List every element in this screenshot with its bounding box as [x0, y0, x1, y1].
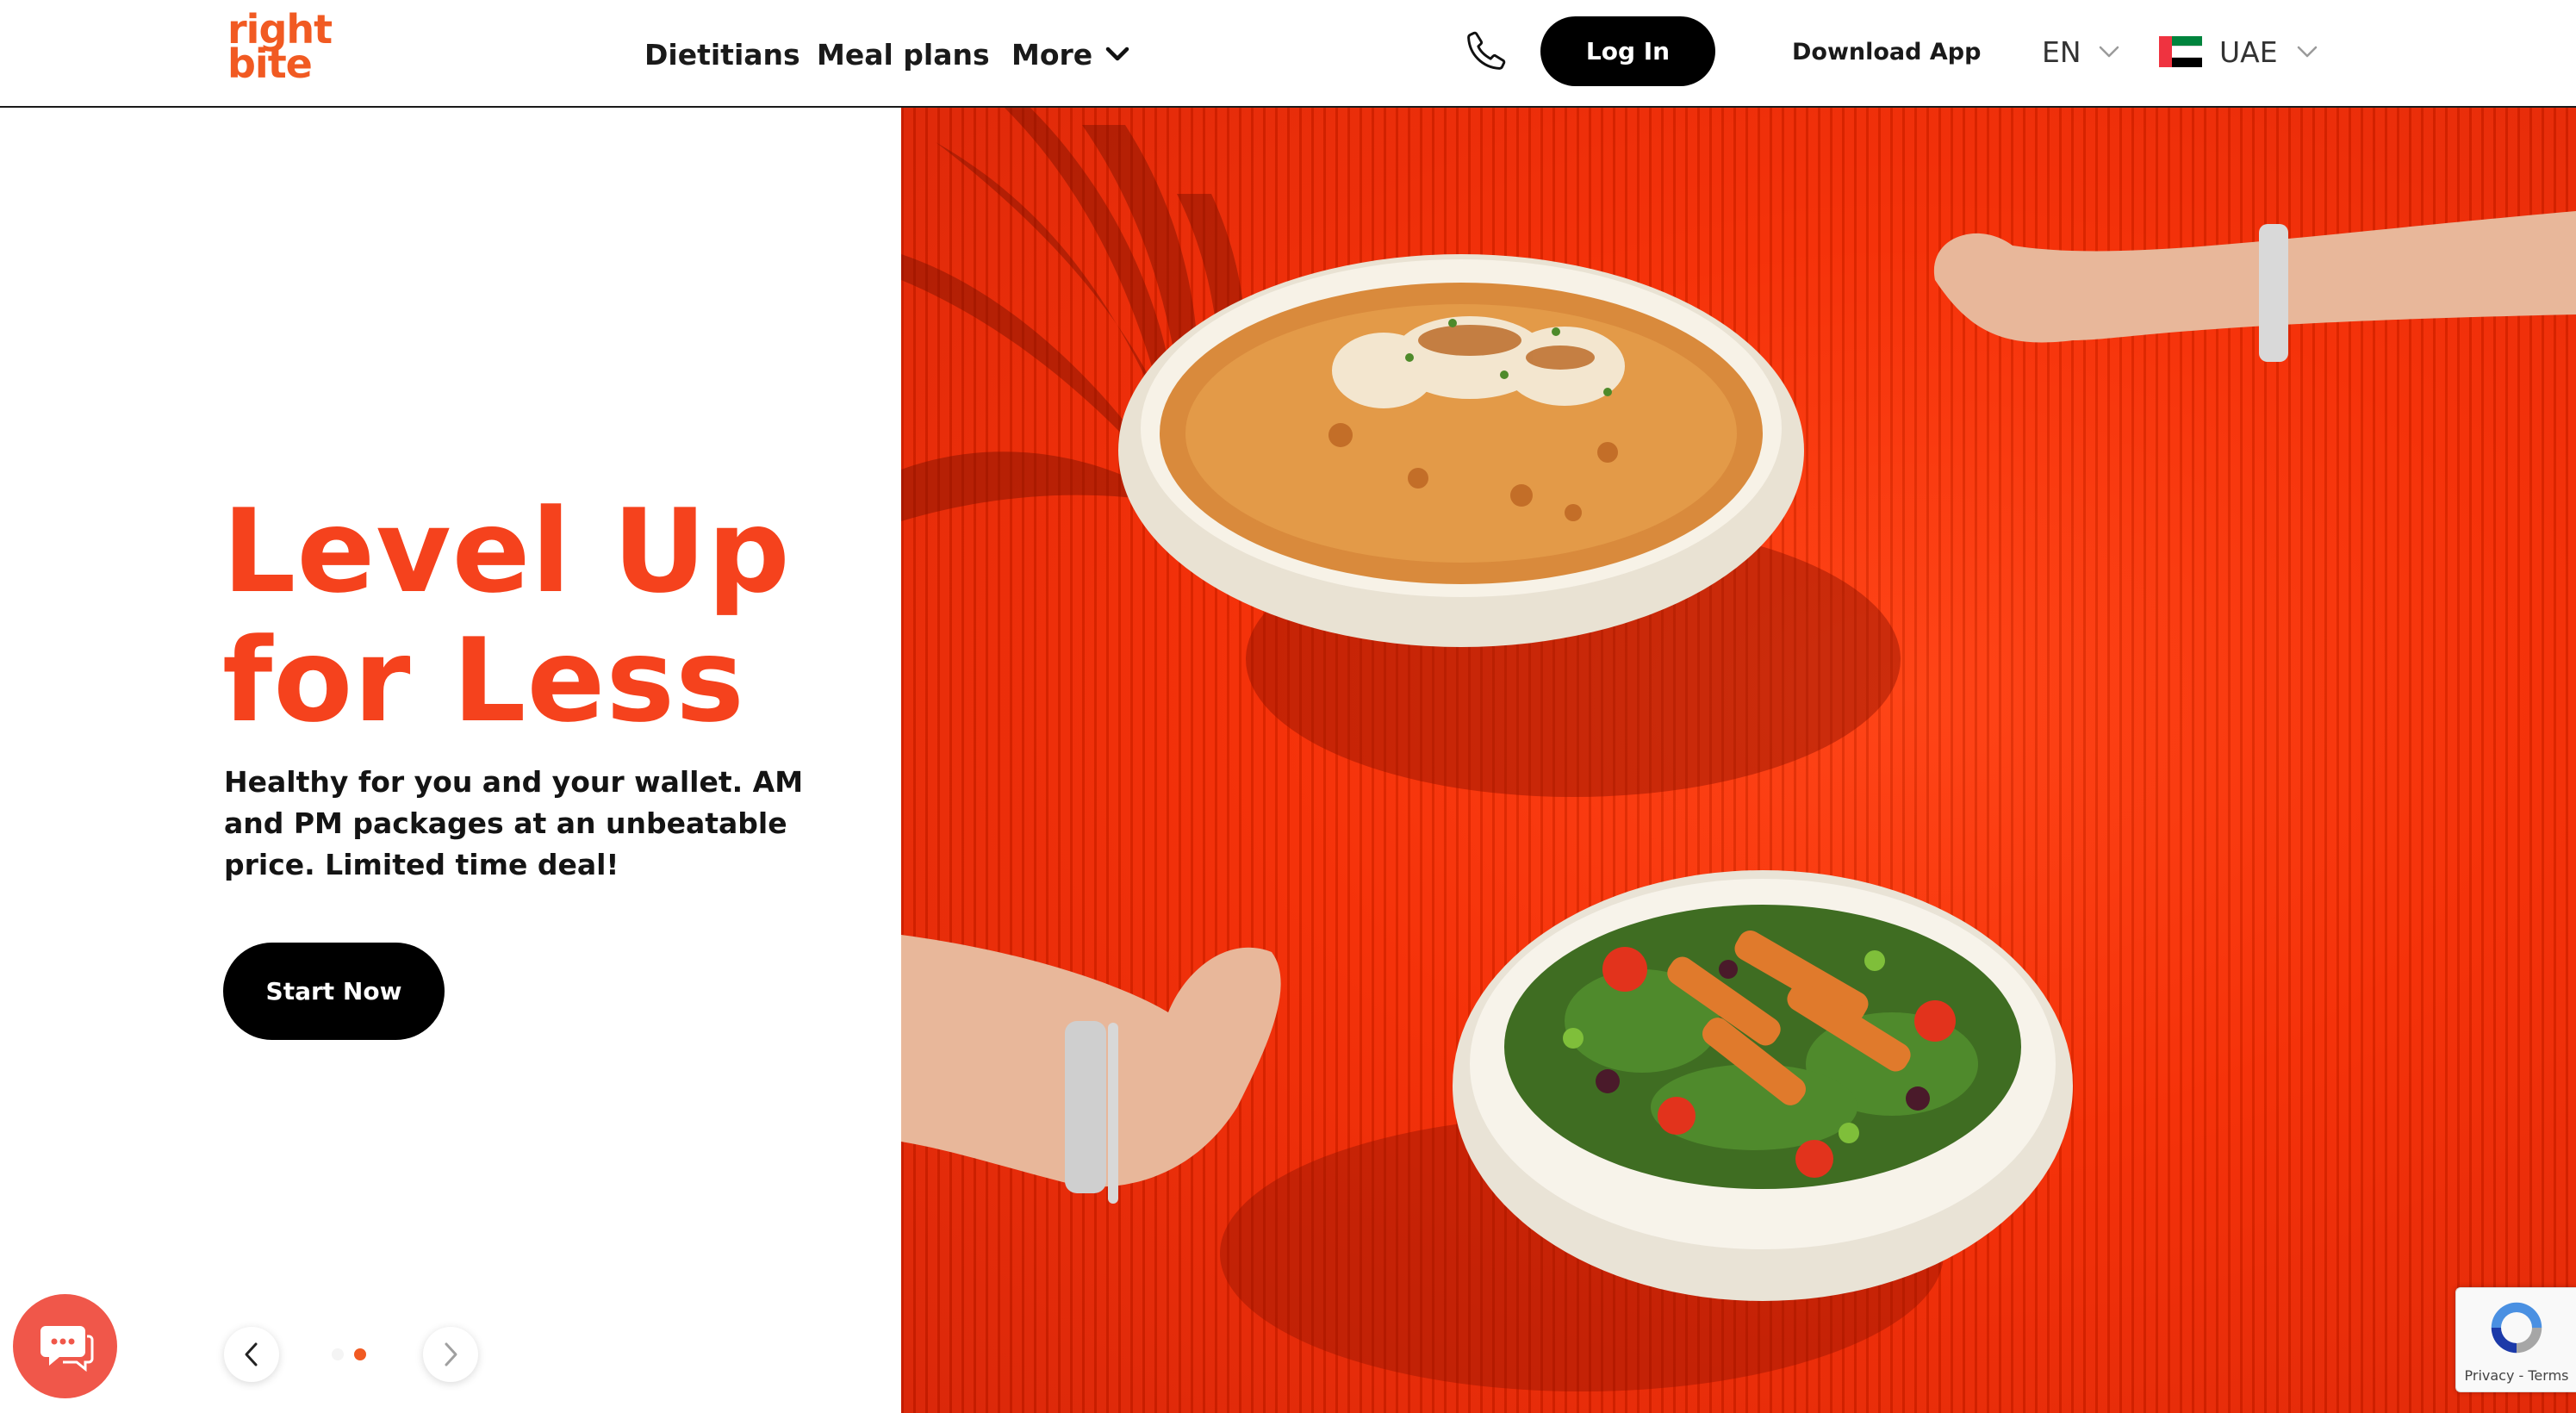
chevron-down-icon [2295, 40, 2319, 64]
download-app-link[interactable]: Download App [1792, 34, 1981, 69]
hero-food-illustration [901, 108, 2576, 1391]
start-now-button[interactable]: Start Now [223, 943, 445, 1040]
phone-icon[interactable] [1465, 29, 1508, 72]
chat-icon [40, 1325, 93, 1372]
slider-pagination [332, 1344, 366, 1365]
nav-more-label: More [1011, 37, 1093, 72]
country-select[interactable]: UAE [2159, 31, 2319, 72]
login-button[interactable]: Log In [1540, 16, 1715, 86]
nav-item-more[interactable]: More [1011, 33, 1130, 76]
hero-headline-line-1: Level Up [222, 484, 791, 619]
slider-prev-button[interactable] [224, 1327, 279, 1382]
hero-headline: Level Up for Less [222, 487, 877, 745]
chevron-left-icon [245, 1342, 258, 1366]
nav-item-meal-plans[interactable]: Meal plans [817, 33, 990, 76]
recaptcha-icon [2491, 1302, 2542, 1354]
chat-button[interactable] [13, 1294, 117, 1398]
nav-item-dietitians[interactable]: Dietitians [644, 33, 800, 76]
site-header: right bite Dietitians Meal plans More Lo… [0, 0, 2576, 108]
chevron-down-icon [2097, 40, 2121, 64]
country-value: UAE [2219, 34, 2278, 69]
language-value: EN [2042, 34, 2081, 69]
recaptcha-links[interactable]: Privacy - Terms [2456, 1367, 2576, 1384]
language-select[interactable]: EN [2042, 31, 2121, 72]
hero-food-image [901, 108, 2576, 1413]
hero-subcopy: Healthy for you and your wallet. AM and … [224, 765, 804, 881]
hero-text-panel [0, 108, 901, 1413]
slider-next-button[interactable] [423, 1327, 478, 1382]
recaptcha-badge[interactable]: Privacy - Terms [2455, 1287, 2576, 1392]
slider-dot-2[interactable] [354, 1348, 366, 1360]
uae-flag-icon [2159, 36, 2202, 67]
logo-line-2: bite [227, 40, 313, 87]
right-bite-logo[interactable]: right bite [227, 9, 333, 87]
chevron-right-icon [445, 1342, 457, 1366]
slider-dot-1[interactable] [332, 1348, 344, 1360]
hero-headline-line-2: for Less [222, 613, 745, 748]
chevron-down-icon [1104, 41, 1130, 67]
